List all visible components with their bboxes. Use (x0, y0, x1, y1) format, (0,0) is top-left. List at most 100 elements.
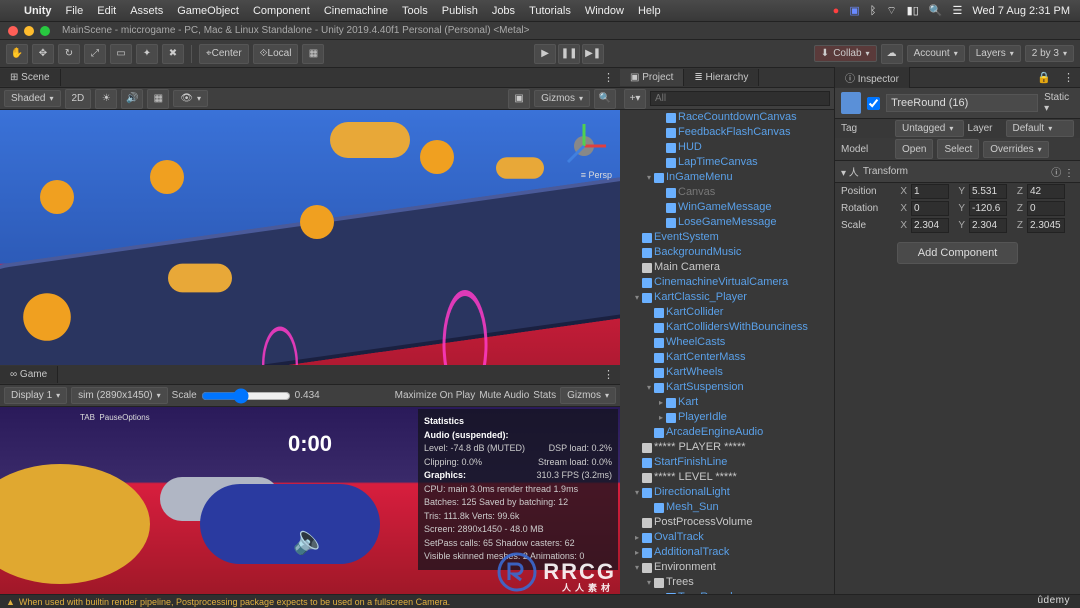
transform-component-header[interactable]: ▾ 人 Transformⓘ ⋮ (835, 160, 1080, 183)
tab-inspector[interactable]: ⓘ Inspector (835, 67, 910, 88)
hierarchy-search-input[interactable] (650, 91, 830, 106)
scene-visibility-dropdown[interactable]: 👁 (173, 90, 208, 107)
macos-menu-component[interactable]: Component (253, 5, 310, 17)
hierarchy-item[interactable]: LapTimeCanvas (620, 155, 834, 170)
account-dropdown[interactable]: Account (907, 45, 965, 62)
model-select-button[interactable]: Select (937, 139, 979, 159)
custom-tool-button[interactable]: ✖ (162, 44, 184, 64)
position-y-input[interactable] (969, 184, 1007, 199)
panel-menu-icon[interactable]: ⋮ (597, 71, 620, 84)
space-toggle[interactable]: ⟐ Local (253, 44, 299, 64)
scene-camera-icon[interactable]: ▣ (508, 89, 530, 109)
macos-menu-window[interactable]: Window (585, 5, 624, 17)
hierarchy-item[interactable]: FeedbackFlashCanvas (620, 125, 834, 140)
rotate-tool-button[interactable]: ↻ (58, 44, 80, 64)
pivot-toggle[interactable]: ⌖ Center (199, 44, 249, 64)
position-z-input[interactable] (1027, 184, 1065, 199)
scene-projection-label[interactable]: ≡ Persp (581, 170, 612, 180)
snap-button[interactable]: ▦ (302, 44, 324, 64)
macos-menu-file[interactable]: File (66, 5, 84, 17)
hierarchy-item[interactable]: ▸TreeRound (620, 590, 834, 594)
close-window-icon[interactable] (8, 26, 18, 36)
macos-menu-tools[interactable]: Tools (402, 5, 428, 17)
app-name[interactable]: Unity (24, 5, 52, 17)
macos-menu-tutorials[interactable]: Tutorials (529, 5, 571, 17)
macos-menu-gameobject[interactable]: GameObject (177, 5, 239, 17)
scale-slider[interactable] (201, 388, 291, 404)
fx-toggle[interactable]: ▦ (147, 89, 169, 109)
hierarchy-create-button[interactable]: +▾ (624, 89, 646, 109)
move-tool-button[interactable]: ✥ (32, 44, 54, 64)
battery-icon[interactable]: ▮▯ (907, 4, 919, 17)
hierarchy-item[interactable]: ▸Kart (620, 395, 834, 410)
hierarchy-item[interactable]: ▾KartClassic_Player (620, 290, 834, 305)
inspector-lock-icon[interactable]: 🔒 (1031, 71, 1057, 84)
hierarchy-item[interactable]: ▾KartSuspension (620, 380, 834, 395)
zoom-window-icon[interactable] (40, 26, 50, 36)
hierarchy-item[interactable]: ▸OvalTrack (620, 530, 834, 545)
macos-menu-assets[interactable]: Assets (130, 5, 163, 17)
collab-dropdown[interactable]: ⬇ Collab (814, 45, 877, 62)
audio-toggle[interactable]: 🔊 (121, 89, 143, 109)
traffic-lights[interactable] (8, 26, 50, 36)
aspect-dropdown[interactable]: sim (2890x1450) (71, 387, 168, 404)
minimize-window-icon[interactable] (24, 26, 34, 36)
component-menu-icon[interactable]: ⓘ ⋮ (1051, 164, 1074, 179)
macos-menu-help[interactable]: Help (638, 5, 661, 17)
hierarchy-item[interactable]: Canvas (620, 185, 834, 200)
rotation-z-input[interactable] (1027, 201, 1065, 216)
hierarchy-item[interactable]: ▾DirectionalLight (620, 485, 834, 500)
hierarchy-item[interactable]: WheelCasts (620, 335, 834, 350)
control-center-icon[interactable]: ☰ (952, 4, 962, 17)
scale-x-input[interactable] (911, 218, 949, 233)
macos-menu-jobs[interactable]: Jobs (492, 5, 515, 17)
hierarchy-item[interactable]: PostProcessVolume (620, 515, 834, 530)
hierarchy-item[interactable]: ▾Environment (620, 560, 834, 575)
hand-tool-button[interactable]: ✋ (6, 44, 28, 64)
macos-menu-publish[interactable]: Publish (442, 5, 478, 17)
rotation-y-input[interactable] (969, 201, 1007, 216)
panel-menu-icon[interactable]: ⋮ (597, 368, 620, 381)
hierarchy-item[interactable]: LoseGameMessage (620, 215, 834, 230)
step-button[interactable]: ▶❚ (582, 44, 604, 64)
clock[interactable]: Wed 7 Aug 2:31 PM (972, 5, 1070, 17)
hierarchy-item[interactable]: WinGameMessage (620, 200, 834, 215)
panel-menu-icon[interactable]: ⋮ (1057, 71, 1080, 84)
hierarchy-item[interactable]: ***** PLAYER ***** (620, 440, 834, 455)
hierarchy-item[interactable]: Mesh_Sun (620, 500, 834, 515)
hierarchy-item[interactable]: KartCenterMass (620, 350, 834, 365)
maximize-on-play-toggle[interactable]: Maximize On Play (395, 390, 476, 401)
hierarchy-item[interactable]: ArcadeEngineAudio (620, 425, 834, 440)
hierarchy-item[interactable]: BackgroundMusic (620, 245, 834, 260)
stats-toggle[interactable]: Stats (533, 390, 556, 401)
play-button[interactable]: ▶ (534, 44, 556, 64)
game-gizmos-dropdown[interactable]: Gizmos (560, 387, 616, 404)
wifi-icon[interactable]: ⌔ (886, 4, 896, 18)
hierarchy-item[interactable]: ▾InGameMenu (620, 170, 834, 185)
hierarchy-item[interactable]: ***** LEVEL ***** (620, 470, 834, 485)
rect-tool-button[interactable]: ▭ (110, 44, 132, 64)
scale-tool-button[interactable]: ⤢ (84, 44, 106, 64)
hierarchy-item[interactable]: StartFinishLine (620, 455, 834, 470)
transform-tool-button[interactable]: ✦ (136, 44, 158, 64)
status-bar[interactable]: ▲ When used with builtin render pipeline… (0, 594, 1080, 608)
bluetooth-icon[interactable]: ᛒ (870, 5, 877, 17)
game-view[interactable]: 0:00 TAB PauseOptions 🔈 Statistics Audio… (0, 407, 620, 594)
macos-menu-cinemachine[interactable]: Cinemachine (324, 5, 388, 17)
layers-dropdown[interactable]: Layers (969, 45, 1021, 62)
hierarchy-list[interactable]: RaceCountdownCanvasFeedbackFlashCanvasHU… (620, 110, 834, 594)
shading-dropdown[interactable]: Shaded (4, 90, 61, 107)
record-icon[interactable]: ● (833, 5, 840, 17)
add-component-button[interactable]: Add Component (897, 242, 1019, 264)
search-icon[interactable]: 🔍 (929, 4, 943, 17)
scene-gizmo-icon[interactable] (554, 116, 614, 176)
model-open-button[interactable]: Open (895, 139, 933, 159)
tag-dropdown[interactable]: Untagged (895, 120, 964, 137)
layout-dropdown[interactable]: 2 by 3 (1025, 45, 1074, 62)
hierarchy-item[interactable]: ▸PlayerIdle (620, 410, 834, 425)
scale-y-input[interactable] (969, 218, 1007, 233)
rotation-x-input[interactable] (911, 201, 949, 216)
hierarchy-item[interactable]: CinemachineVirtualCamera (620, 275, 834, 290)
gameobject-active-checkbox[interactable] (867, 97, 880, 110)
mute-audio-toggle[interactable]: Mute Audio (479, 390, 529, 401)
